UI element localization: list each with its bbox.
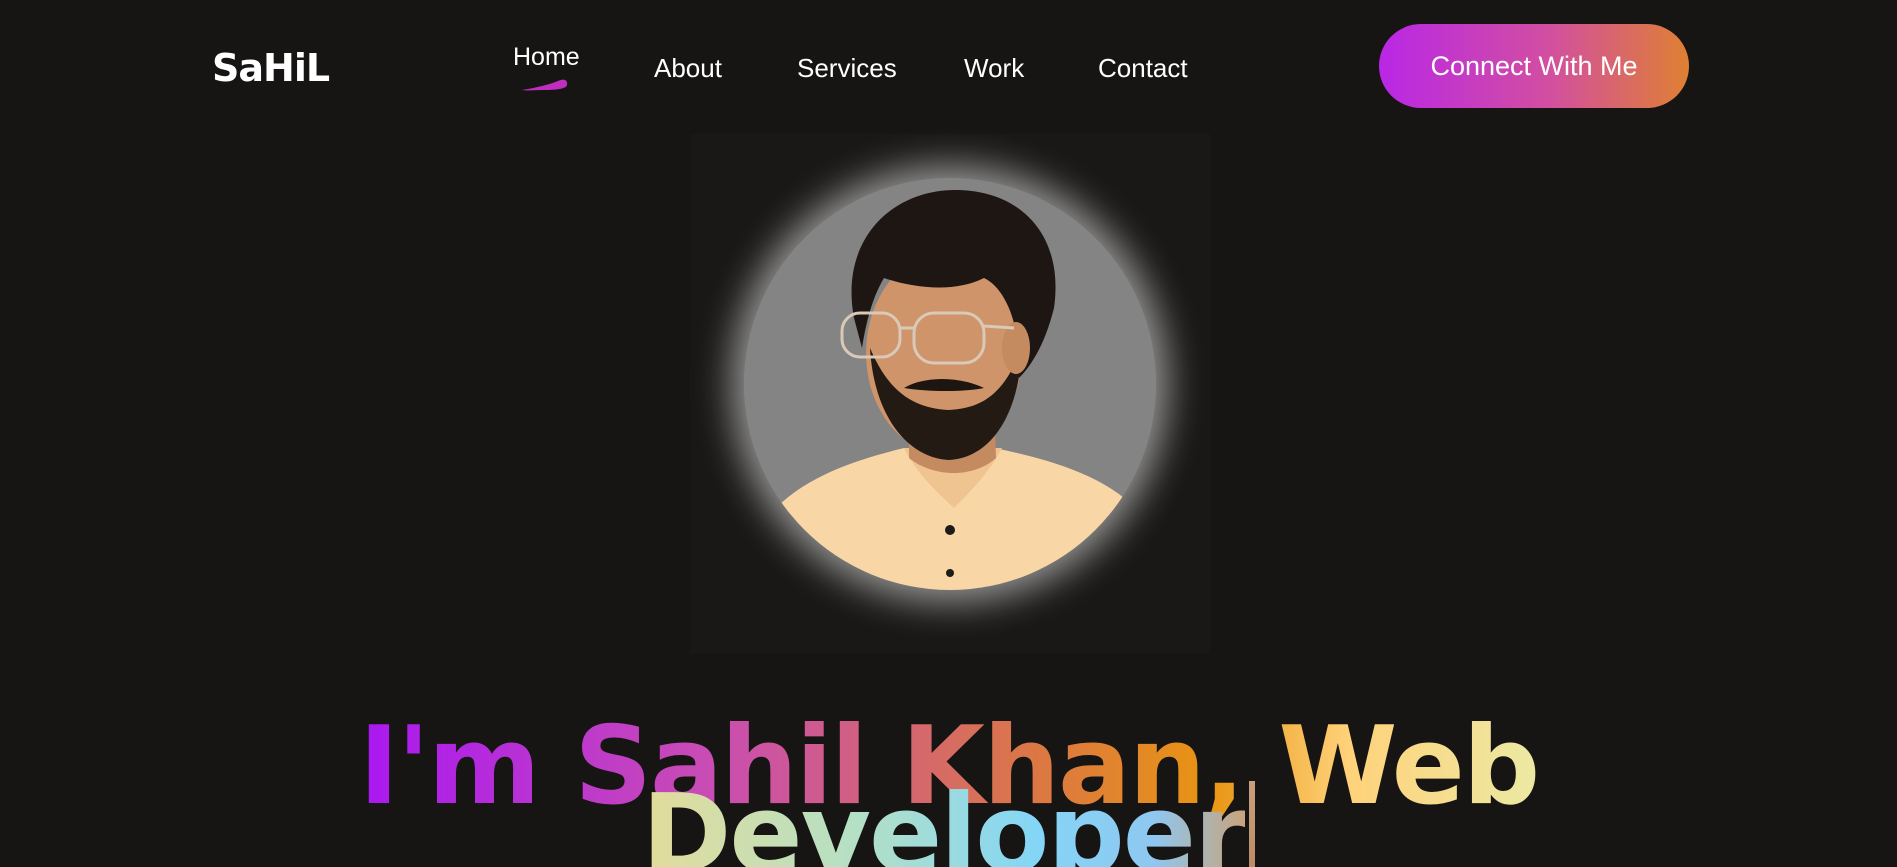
active-indicator-icon: [522, 79, 568, 91]
nav-item-work[interactable]: Work: [964, 53, 1024, 83]
typing-caret-icon: [1249, 781, 1256, 867]
profile-photo-image: [744, 178, 1156, 590]
profile-avatar: [744, 178, 1156, 590]
portfolio-page: SaHiL Home About Services Work Contact C…: [0, 0, 1897, 867]
nav-item-contact[interactable]: Contact: [1098, 53, 1188, 83]
nav-item-home[interactable]: Home: [513, 42, 580, 72]
headline-line-2: Developer: [642, 765, 1248, 867]
hero-headline-typed: Developer: [0, 765, 1897, 867]
navbar: SaHiL Home About Services Work Contact C…: [0, 0, 1897, 134]
nav-item-about[interactable]: About: [654, 53, 722, 83]
nav-item-services[interactable]: Services: [797, 53, 897, 83]
connect-button[interactable]: Connect With Me: [1379, 24, 1689, 108]
